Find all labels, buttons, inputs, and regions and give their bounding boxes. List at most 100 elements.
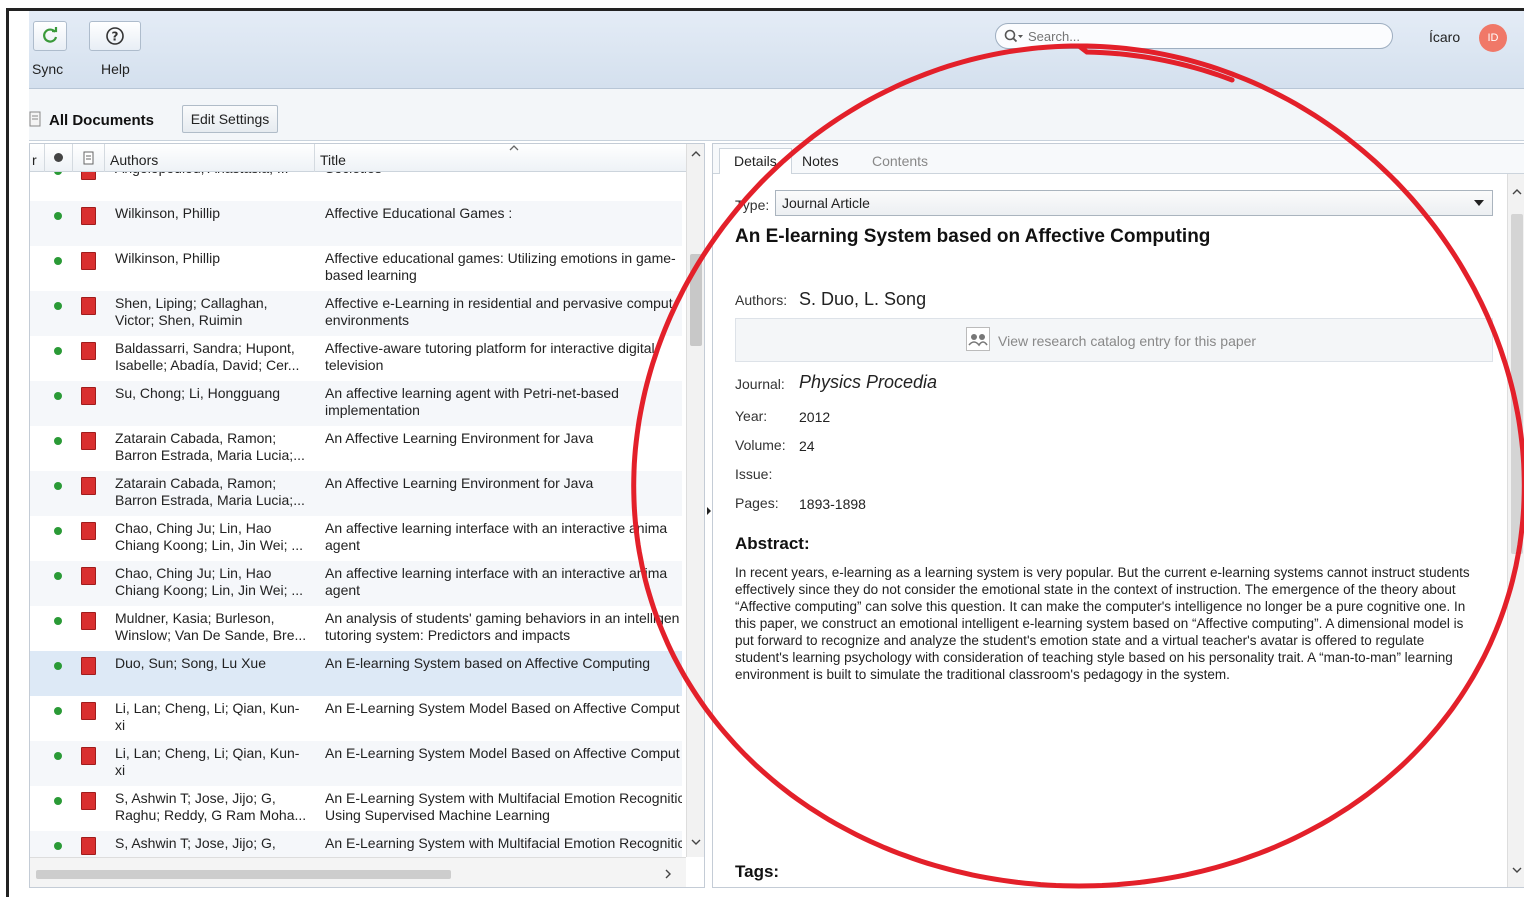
sync-label[interactable]: Sync <box>32 61 63 77</box>
table-row[interactable]: Chao, Ching Ju; Lin, Hao Chiang Koong; L… <box>30 561 682 606</box>
table-row[interactable]: Li, Lan; Cheng, Li; Qian, Kun- xi An E-Le… <box>30 696 682 741</box>
table-row[interactable]: Wilkinson, Phillip Affective educational … <box>30 246 682 291</box>
details-panel: Details Notes Contents Type: Journal Art… <box>712 143 1524 888</box>
read-status-icon[interactable] <box>54 347 62 355</box>
read-status-icon[interactable] <box>54 172 62 175</box>
pdf-icon[interactable] <box>81 522 100 544</box>
pdf-icon[interactable] <box>81 387 100 409</box>
row-authors: Angelopoulou, Anastasia; ... <box>115 172 310 177</box>
row-title: An Affective Learning Environment for Ja… <box>325 430 594 446</box>
dropdown-caret-icon[interactable] <box>1474 200 1484 206</box>
details-scroll-up-icon[interactable] <box>1511 188 1523 196</box>
research-catalog-link[interactable]: View research catalog entry for this pap… <box>735 318 1493 362</box>
read-status-icon[interactable] <box>54 302 62 310</box>
table-row[interactable]: Li, Lan; Cheng, Li; Qian, Kun- xi An E-Le… <box>30 741 682 786</box>
row-title: An E-learning System based on Affective … <box>325 655 651 671</box>
help-button[interactable]: ? <box>89 21 141 51</box>
catalog-link-text[interactable]: View research catalog entry for this pap… <box>998 333 1256 349</box>
details-vertical-scrollbar[interactable] <box>1507 174 1524 887</box>
read-status-icon[interactable] <box>54 707 62 715</box>
volume-value[interactable]: 24 <box>799 438 815 454</box>
pdf-icon[interactable] <box>81 207 100 229</box>
pdf-icon[interactable] <box>81 252 100 274</box>
pdf-icon[interactable] <box>81 747 100 769</box>
table-row[interactable]: Chao, Ching Ju; Lin, Hao Chiang Koong; L… <box>30 516 682 561</box>
read-status-icon[interactable] <box>54 662 62 670</box>
pdf-icon[interactable] <box>81 837 100 857</box>
row-authors: Shen, Liping; Callaghan, Victor; Shen, R… <box>115 295 268 328</box>
tab-contents[interactable]: Contents <box>857 148 943 174</box>
column-file-icon[interactable] <box>83 151 94 165</box>
table-row[interactable]: Zatarain Cabada, Ramon; Barron Estrada, … <box>30 471 682 516</box>
read-status-icon[interactable] <box>54 797 62 805</box>
details-scroll-thumb[interactable] <box>1511 214 1523 554</box>
scroll-right-icon[interactable] <box>664 868 672 880</box>
sort-ascending-icon[interactable] <box>508 144 520 152</box>
search-box[interactable] <box>995 23 1393 49</box>
pdf-icon[interactable] <box>81 342 100 364</box>
table-row[interactable]: Su, Chong; Li, Hongguang An affective lea… <box>30 381 682 426</box>
details-scroll-down-icon[interactable] <box>1511 866 1523 874</box>
table-row[interactable]: Wilkinson, Phillip Affective Educational … <box>30 201 682 246</box>
toolbar: Sync ? Help Ícaro ID <box>29 11 1524 89</box>
table-row[interactable]: Zatarain Cabada, Ramon; Barron Estrada, … <box>30 426 682 471</box>
table-row[interactable]: Shen, Liping; Callaghan, Victor; Shen, R… <box>30 291 682 336</box>
column-authors[interactable]: Authors <box>110 152 158 168</box>
column-read-status-icon[interactable] <box>54 153 63 162</box>
type-select[interactable]: Journal Article <box>775 190 1493 216</box>
table-row[interactable]: Muldner, Kasia; Burleson, Winslow; Van D… <box>30 606 682 651</box>
pdf-icon[interactable] <box>81 657 100 679</box>
column-favorite-icon[interactable]: r <box>32 152 37 168</box>
list-vertical-scrollbar[interactable] <box>686 144 704 857</box>
pdf-icon[interactable] <box>81 567 100 589</box>
table-row[interactable]: S, Ashwin T; Jose, Jijo; G, An E-Learning… <box>30 831 682 857</box>
search-input[interactable] <box>1028 28 1358 44</box>
pdf-icon[interactable] <box>81 432 100 454</box>
pdf-icon[interactable] <box>81 477 100 499</box>
read-status-icon[interactable] <box>54 392 62 400</box>
read-status-icon[interactable] <box>54 212 62 220</box>
table-row[interactable]: Angelopoulou, Anastasia; ... Societies <box>30 172 682 201</box>
pdf-icon[interactable] <box>81 702 100 724</box>
authors-value[interactable]: S. Duo, L. Song <box>799 289 926 310</box>
year-value[interactable]: 2012 <box>799 409 830 425</box>
pages-value[interactable]: 1893-1898 <box>799 496 866 512</box>
read-status-icon[interactable] <box>54 482 62 490</box>
search-icon <box>1004 29 1023 43</box>
scroll-up-icon[interactable] <box>690 150 702 158</box>
read-status-icon[interactable] <box>54 572 62 580</box>
help-label[interactable]: Help <box>101 61 130 77</box>
document-rows: Angelopoulou, Anastasia; ... Societies Wil… <box>30 172 682 857</box>
list-horizontal-scrollbar[interactable] <box>30 857 686 887</box>
avatar[interactable]: ID <box>1479 24 1507 52</box>
read-status-icon[interactable] <box>54 437 62 445</box>
journal-value[interactable]: Physics Procedia <box>799 372 937 393</box>
pdf-icon[interactable] <box>81 297 100 319</box>
pdf-icon[interactable] <box>81 792 100 814</box>
list-hscroll-thumb[interactable] <box>36 870 451 879</box>
pdf-icon[interactable] <box>81 172 100 184</box>
read-status-icon[interactable] <box>54 752 62 760</box>
type-value[interactable]: Journal Article <box>782 195 870 211</box>
sync-button[interactable] <box>33 21 67 51</box>
tab-notes[interactable]: Notes <box>787 148 854 174</box>
abstract-text[interactable]: In recent years, e-learning as a learnin… <box>735 564 1475 683</box>
read-status-icon[interactable] <box>54 617 62 625</box>
scroll-down-icon[interactable] <box>690 838 702 846</box>
table-row-selected[interactable]: Duo, Sun; Song, Lu Xue An E-learning Syst… <box>30 651 682 696</box>
list-scroll-thumb[interactable] <box>690 254 702 346</box>
paper-title[interactable]: An E-learning System based on Affective … <box>735 226 1210 248</box>
edit-settings-button[interactable]: Edit Settings <box>182 105 278 133</box>
table-row[interactable]: S, Ashwin T; Jose, Jijo; G, Raghu; Reddy… <box>30 786 682 831</box>
read-status-icon[interactable] <box>54 842 62 850</box>
table-row[interactable]: Baldassarri, Sandra; Hupont, Isabelle; A… <box>30 336 682 381</box>
pdf-icon[interactable] <box>81 612 100 634</box>
tab-details[interactable]: Details <box>719 148 792 174</box>
read-status-icon[interactable] <box>54 257 62 265</box>
column-title[interactable]: Title <box>320 152 346 168</box>
user-name[interactable]: Ícaro <box>1429 29 1460 45</box>
list-header: r Authors Title <box>30 144 686 172</box>
details-tabs: Details Notes Contents <box>713 144 1524 174</box>
row-authors: Su, Chong; Li, Hongguang <box>115 385 281 401</box>
read-status-icon[interactable] <box>54 527 62 535</box>
